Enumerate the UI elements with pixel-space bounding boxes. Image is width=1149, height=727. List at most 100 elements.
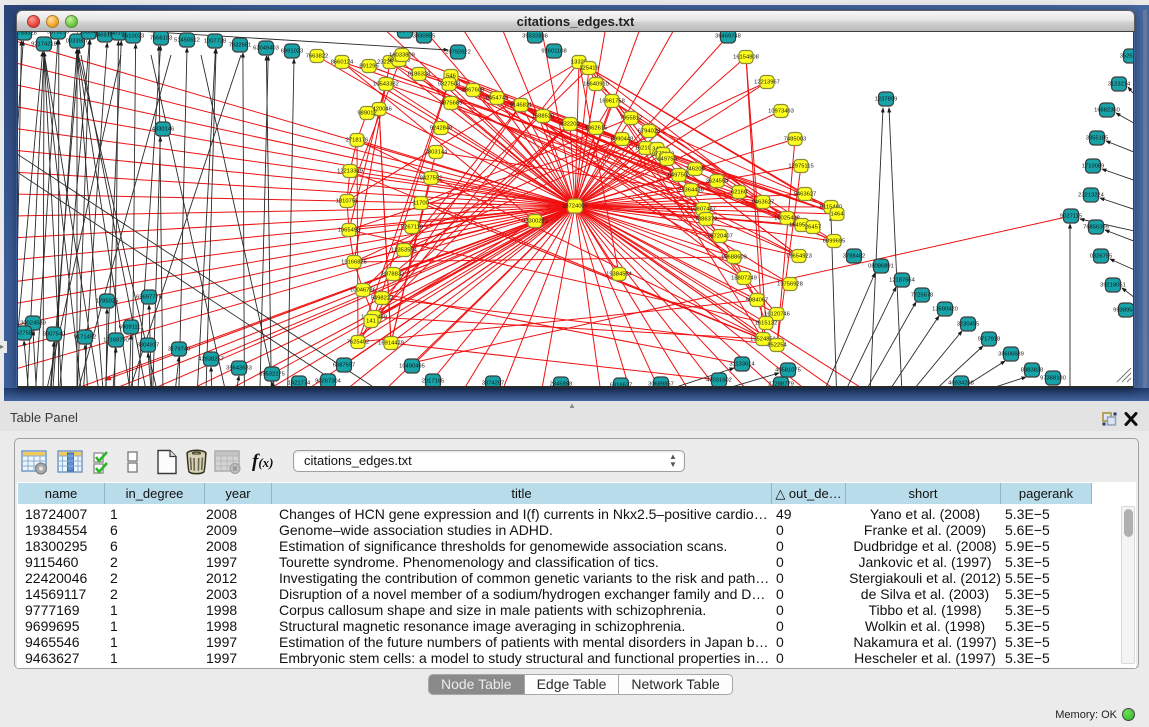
svg-text:9463627: 9463627 [794, 192, 817, 198]
svg-text:9007540: 9007540 [43, 332, 66, 338]
svg-text:8383838: 8383838 [1021, 368, 1044, 374]
svg-text:10688609: 10688609 [721, 255, 747, 261]
svg-text:3955185: 3955185 [1086, 136, 1109, 142]
svg-text:12975115: 12975115 [788, 164, 813, 170]
svg-text:23213224: 23213224 [1078, 193, 1105, 199]
svg-text:17160790: 17160790 [103, 338, 129, 344]
svg-text:7725678: 7725678 [911, 293, 934, 299]
svg-text:1810755: 1810755 [336, 199, 359, 205]
svg-text:31133614: 31133614 [729, 362, 755, 368]
svg-text:3624554: 3624554 [706, 179, 729, 185]
svg-text:12213369: 12213369 [337, 169, 363, 175]
svg-text:99389544: 99389544 [1113, 308, 1134, 314]
svg-text:7625402: 7625402 [347, 340, 370, 346]
svg-text:9679290: 9679290 [47, 32, 70, 36]
svg-text:12187664: 12187664 [889, 278, 916, 284]
svg-text:19654923: 19654923 [786, 254, 812, 260]
svg-text:90267304: 90267304 [315, 379, 342, 385]
svg-text:7663822: 7663822 [306, 54, 329, 60]
svg-text:10543382: 10543382 [373, 82, 399, 88]
svg-text:1615132: 1615132 [755, 321, 778, 327]
svg-text:51450612: 51450612 [174, 38, 200, 44]
svg-text:13690420: 13690420 [932, 307, 958, 313]
svg-text:62160: 62160 [731, 190, 747, 196]
svg-text:6899695: 6899695 [823, 239, 846, 245]
svg-text:1527589: 1527589 [18, 331, 35, 337]
svg-text:19756928: 19756928 [777, 282, 803, 288]
svg-text:16154808: 16154808 [733, 55, 759, 61]
svg-text:1785025: 1785025 [96, 299, 119, 305]
svg-text:91601108: 91601108 [541, 49, 566, 55]
svg-text:2017185: 2017185 [422, 379, 445, 385]
svg-text:26457: 26457 [805, 225, 821, 231]
svg-text:7955812: 7955812 [620, 116, 643, 122]
svg-text:87789328: 87789328 [18, 32, 37, 37]
svg-text:9171452: 9171452 [74, 335, 97, 341]
svg-text:7832661: 7832661 [229, 43, 252, 49]
svg-text:16033809: 16033809 [389, 53, 415, 59]
svg-text:8878832: 8878832 [382, 272, 405, 278]
svg-text:10807487: 10807487 [690, 207, 716, 213]
svg-text:141: 141 [366, 319, 376, 325]
svg-text:9463627: 9463627 [752, 200, 775, 206]
svg-text:3930955: 3930955 [413, 34, 436, 40]
svg-text:891295: 891295 [359, 64, 378, 70]
svg-text:16914479: 16914479 [378, 341, 404, 347]
svg-text:10973493: 10973493 [768, 109, 794, 115]
svg-text:3525953: 3525953 [1120, 54, 1134, 60]
svg-text:0326755: 0326755 [1090, 254, 1113, 260]
svg-text:10046786: 10046786 [350, 288, 376, 294]
svg-text:6794028: 6794028 [638, 129, 661, 135]
svg-text:27288779: 27288779 [768, 382, 794, 387]
svg-text:38606689: 38606689 [998, 352, 1024, 358]
svg-text:39218051: 39218051 [1100, 283, 1126, 289]
svg-text:6991023: 6991023 [281, 49, 304, 55]
svg-text:8427552: 8427552 [420, 176, 443, 182]
svg-text:3374207: 3374207 [482, 381, 505, 387]
svg-text:16640910: 16640910 [583, 82, 609, 88]
svg-text:40581075: 40581075 [775, 368, 801, 374]
svg-text:9717918: 9717918 [978, 337, 1001, 343]
svg-text:6497508: 6497508 [668, 173, 691, 179]
svg-text:3875685: 3875685 [440, 101, 463, 107]
svg-text:1965493: 1965493 [338, 228, 361, 234]
svg-text:4610033: 4610033 [122, 34, 145, 40]
svg-text:10490495: 10490495 [399, 364, 425, 370]
svg-text:23300293: 23300293 [522, 219, 548, 225]
svg-text:3123214: 3123214 [1108, 82, 1131, 88]
svg-text:35643633: 35643633 [226, 366, 252, 372]
svg-text:15720407: 15720407 [707, 234, 733, 240]
svg-text:8186328: 8186328 [408, 72, 431, 78]
svg-text:63049403: 63049403 [253, 46, 279, 52]
svg-text:19166825: 19166825 [341, 260, 367, 266]
svg-text:989012: 989012 [357, 111, 376, 117]
svg-text:2867608: 2867608 [462, 88, 485, 94]
svg-text:3230455: 3230455 [957, 322, 980, 328]
svg-text:11700: 11700 [413, 201, 429, 207]
svg-text:39332836: 39332836 [522, 34, 548, 40]
svg-text:8267110: 8267110 [401, 225, 423, 231]
svg-text:1007728: 1007728 [204, 39, 227, 45]
svg-text:1464: 1464 [831, 212, 845, 218]
svg-text:4330146: 4330146 [152, 127, 175, 133]
svg-text:7485003: 7485003 [784, 137, 807, 143]
svg-text:5498222: 5498222 [371, 296, 394, 302]
svg-text:7386372: 7386372 [695, 217, 718, 223]
svg-text:1588520: 1588520 [532, 114, 555, 120]
svg-text:69091111: 69091111 [119, 325, 144, 331]
svg-text:65697778: 65697778 [136, 295, 162, 301]
svg-text:649750: 649750 [657, 157, 676, 163]
svg-text:16682360: 16682360 [1094, 108, 1120, 114]
svg-text:21364436: 21364436 [678, 188, 704, 194]
svg-text:9146821: 9146821 [510, 103, 533, 109]
svg-text:8990448: 8990448 [611, 137, 634, 143]
svg-text:97368180: 97368180 [1040, 376, 1066, 382]
svg-text:36469748: 36469748 [715, 34, 741, 40]
svg-text:746206: 746206 [685, 167, 704, 173]
svg-text:42938257: 42938257 [198, 357, 224, 363]
svg-text:76856395: 76856395 [1083, 225, 1109, 231]
svg-text:252254: 252254 [767, 343, 787, 349]
svg-text:125419: 125419 [579, 66, 598, 72]
svg-text:1421774: 1421774 [288, 381, 311, 387]
svg-text:18807249: 18807249 [731, 276, 757, 282]
